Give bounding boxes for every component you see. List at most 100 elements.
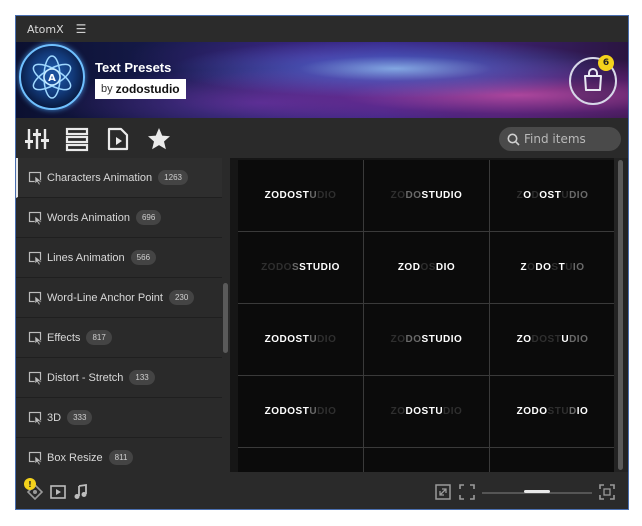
sidebar-item-label: Box Resize (47, 451, 103, 464)
star-icon[interactable] (146, 126, 172, 152)
preset-thumbnail[interactable]: ZODO S STUDIO (238, 232, 363, 303)
footer-bar: ! (16, 472, 628, 509)
sidebar-item[interactable]: Distort - Stretch 133 (16, 358, 222, 398)
sidebar-item-label: Effects (47, 331, 81, 344)
fit-icon[interactable] (458, 483, 476, 501)
by-label: by (101, 83, 113, 95)
preset-text-segment: ZODOST (264, 406, 310, 417)
author-name: zodostudio (115, 82, 180, 96)
preset-thumbnail[interactable]: ZODOSTUDIO (364, 304, 489, 375)
preset-text-segment: ZO (516, 334, 532, 345)
preset-thumbnail[interactable]: ZODOSTUDIO (490, 376, 614, 447)
preset-thumbnail[interactable] (238, 448, 363, 472)
preset-text-segment: U (309, 334, 318, 345)
preset-text-segment: DOST (531, 334, 562, 345)
sidebar-item[interactable]: Words Animation 696 (16, 198, 222, 238)
cursor-text-icon (28, 451, 42, 465)
preset-thumbnail[interactable] (364, 448, 489, 472)
sidebar-item-count: 133 (129, 370, 155, 385)
preset-text-segment: ST (547, 406, 562, 417)
preset-text-segment: Z (516, 190, 524, 201)
preset-text-segment: DIO (317, 190, 337, 201)
preset-text-segment: U (309, 406, 318, 417)
preset-grid-area: ZODOST U DIO ZO DO STUDIO Z O D OST U DIO ZODO S STUDI… (230, 158, 614, 472)
preset-text-segment: ZODO (516, 406, 548, 417)
preset-text-segment: Z (520, 262, 528, 273)
preset-thumbnail[interactable]: ZODOSTUDIO (238, 304, 363, 375)
search-box[interactable] (499, 127, 621, 151)
page-title: Text Presets (95, 60, 172, 75)
grid-scrollbar[interactable] (614, 158, 628, 472)
atom-icon: A (32, 55, 72, 99)
sidebar-item-count: 817 (86, 330, 112, 345)
preset-text-segment: DIO (569, 334, 589, 345)
preset-thumbnail[interactable]: ZODOSTUDIO (238, 160, 363, 231)
preset-text-segment: DIO (569, 190, 589, 201)
preset-thumbnail[interactable]: ZODOSTUDIO (364, 376, 489, 447)
preset-text-segment: S (551, 262, 559, 273)
fullscreen-icon[interactable] (598, 483, 616, 501)
preset-text-segment: DIO (443, 406, 463, 417)
preset-text-segment: ZO (390, 334, 406, 345)
sidebar-item[interactable]: Box Resize 811 (16, 438, 222, 472)
cursor-text-icon (28, 171, 42, 185)
music-note-icon[interactable] (72, 483, 90, 501)
preset-text-segment: ZOD (397, 262, 421, 273)
atomx-window: AtomX ☰ A Text Presets by zodostudio 6 F… (15, 15, 629, 510)
sidebar-scroll-thumb[interactable] (223, 283, 228, 353)
sidebar-item[interactable]: 3D 333 (16, 398, 222, 438)
cursor-text-icon (28, 331, 42, 345)
preset-thumbnail[interactable] (490, 448, 614, 472)
app-title: AtomX (27, 22, 64, 36)
sidebar-item-count: 230 (168, 290, 195, 305)
cursor-text-icon (28, 371, 42, 385)
search-input[interactable] (524, 132, 616, 146)
shopping-bag-icon (584, 68, 602, 91)
sidebar-item[interactable]: Effects 817 (16, 318, 222, 358)
list-icon[interactable] (64, 126, 90, 152)
preset-text-segment: OST (539, 190, 562, 201)
toolbar (16, 118, 628, 158)
preset-text-segment: ZO (390, 190, 406, 201)
preset-text-segment: U (561, 190, 570, 201)
preset-text-segment: ZODO (261, 262, 292, 273)
zoom-slider[interactable] (482, 490, 592, 494)
preset-text-segment: U (565, 262, 573, 273)
sidebar-item[interactable]: Word-Line Anchor Point 230 (16, 278, 222, 318)
video-icon[interactable] (49, 483, 67, 501)
preset-text-segment: DO (405, 334, 422, 345)
cursor-text-icon (28, 211, 42, 225)
preset-text-segment: ZODOST (264, 334, 310, 345)
sidebar-item[interactable]: Characters Animation 1263 (16, 158, 222, 198)
zoom-slider-knob[interactable] (524, 490, 550, 493)
preset-text-segment: IO (572, 262, 585, 273)
preset-thumbnail[interactable]: ZODOSTUDIO (490, 160, 614, 231)
preset-text-segment: DIO (435, 262, 456, 273)
cursor-text-icon (28, 411, 42, 425)
preset-thumbnail[interactable]: ZODOSTUDIO (490, 304, 614, 375)
preset-text-segment: STUDIO (299, 262, 340, 273)
preset-thumbnail[interactable]: ZODOSTUDIO (364, 160, 489, 231)
cart-count-badge: 6 (598, 55, 614, 71)
author-tag[interactable]: by zodostudio (95, 79, 186, 99)
play-file-icon[interactable] (105, 126, 131, 152)
sidebar-item[interactable]: Lines Animation 566 (16, 238, 222, 278)
preset-thumbnail[interactable]: Z O DO S T U IO (490, 232, 614, 303)
sidebar-scrollbar[interactable] (222, 158, 230, 472)
sidebar-item-count: 333 (67, 410, 93, 425)
sidebar-item-count: 566 (130, 250, 157, 265)
atomx-logo[interactable]: A (19, 44, 85, 110)
sliders-icon[interactable] (24, 126, 50, 152)
warning-badge[interactable]: ! (24, 478, 36, 490)
preset-thumbnail[interactable]: ZOD O S DIO (364, 232, 489, 303)
title-bar: AtomX ☰ (16, 16, 628, 42)
preset-text-segment: ZO (390, 406, 406, 417)
preset-text-segment: STUDIO (421, 334, 463, 345)
hamburger-icon[interactable]: ☰ (76, 22, 87, 36)
expand-icon[interactable] (434, 483, 452, 501)
preset-text-segment: D (569, 406, 577, 417)
sidebar-item-label: Characters Animation (47, 171, 153, 184)
sidebar-item-label: 3D (47, 411, 62, 424)
grid-scroll-thumb[interactable] (618, 160, 623, 470)
preset-thumbnail[interactable]: ZODOSTUDIO (238, 376, 363, 447)
